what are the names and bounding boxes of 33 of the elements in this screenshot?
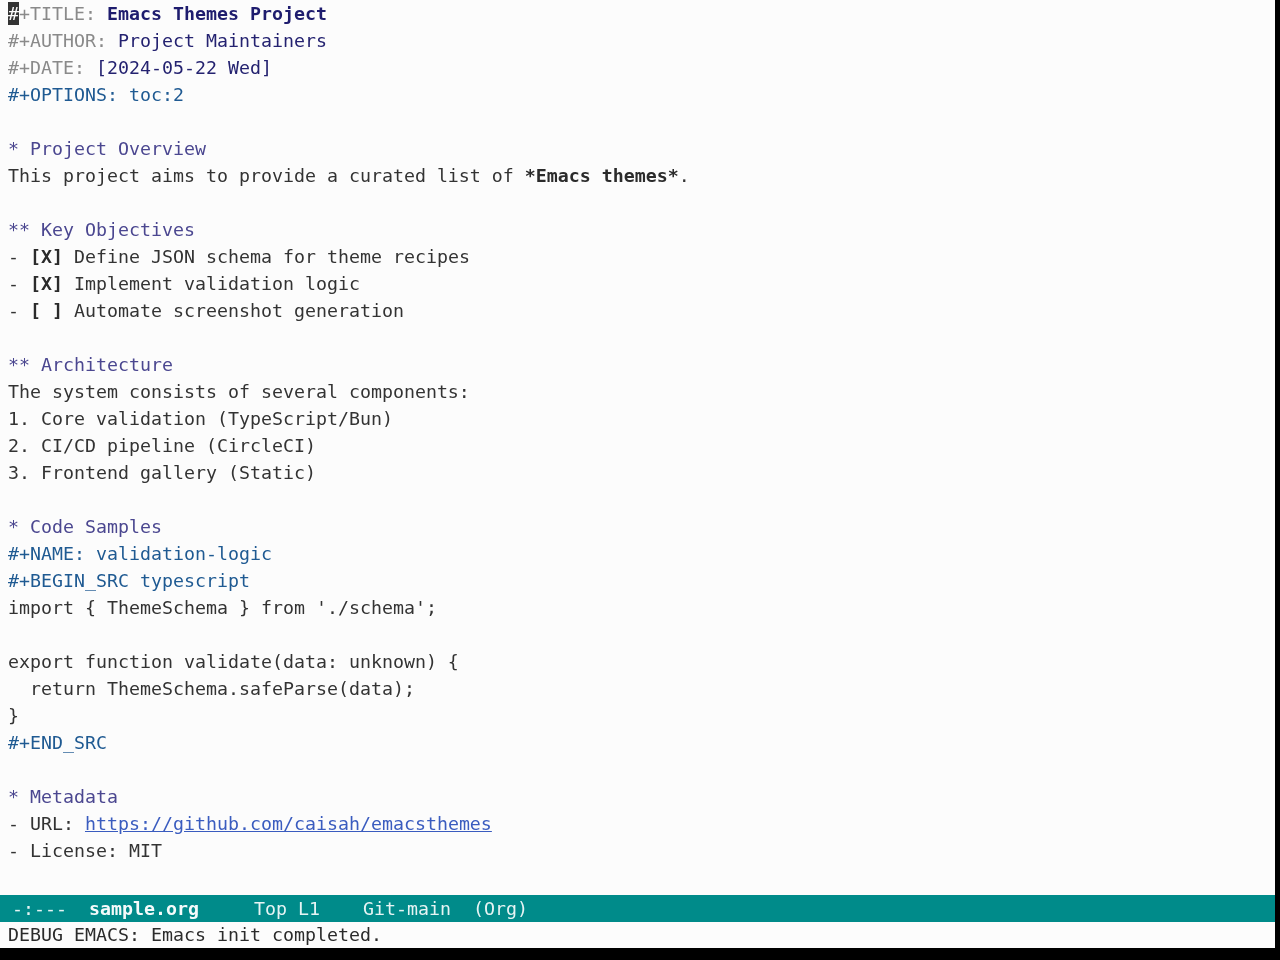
modified-status: -:--- [12, 897, 67, 921]
list-item: - [X] Implement validation logic [8, 272, 360, 296]
url-link[interactable]: https://github.com/caisah/emacsthemes [85, 810, 492, 837]
text-line: This project aims to provide a curated list of *Emacs themes*. [8, 164, 690, 188]
org-keyword-line: #+DATE: [2024-05-22 Wed] [8, 56, 272, 80]
buffer-name: sample.org [89, 897, 199, 921]
cursor-position: Top L1 [253, 897, 320, 921]
heading: * Code Samples [8, 515, 162, 539]
code-line: return ThemeSchema.safeParse(data); [29, 677, 415, 701]
org-keyword-line: #+AUTHOR: Project Maintainers [8, 29, 327, 53]
list-item: - [ ] Automate screenshot generation [8, 299, 404, 323]
heading: ** Architecture [8, 353, 173, 377]
org-keyword-line: #+END_SRC [8, 731, 107, 755]
vc-branch: Git-main [362, 897, 451, 921]
list-item: 2. CI/CD pipeline (CircleCI) [8, 434, 316, 458]
org-keyword-line: #+TITLE: Emacs Themes Project [8, 1, 327, 27]
list-item: - [X] Define JSON schema for theme recipes [8, 245, 470, 269]
org-keyword-line: #+BEGIN_SRC typescript [8, 569, 250, 593]
echo-message: DEBUG EMACS: Emacs init completed. [8, 923, 382, 947]
heading: * Metadata [8, 785, 118, 809]
org-keyword-line: #+OPTIONS: toc:2 [8, 83, 184, 107]
org-keyword-line: #+NAME: validation-logic [8, 542, 272, 566]
text-line: The system consists of several components: [8, 380, 470, 404]
heading: ** Key Objectives [8, 218, 195, 242]
list-item: 3. Frontend gallery (Static) [8, 461, 316, 485]
list-item: 1. Core validation (TypeScript/Bun) [8, 407, 393, 431]
major-mode: (Org) [472, 897, 528, 921]
code-line: import { ThemeSchema } from './schema'; [8, 596, 437, 620]
code-line: } [8, 704, 19, 728]
list-item: - License: MIT [8, 839, 162, 863]
code-line: export function validate(data: unknown) { [8, 650, 459, 674]
heading: * Project Overview [8, 137, 206, 161]
list-item: - URL: [8, 812, 75, 836]
